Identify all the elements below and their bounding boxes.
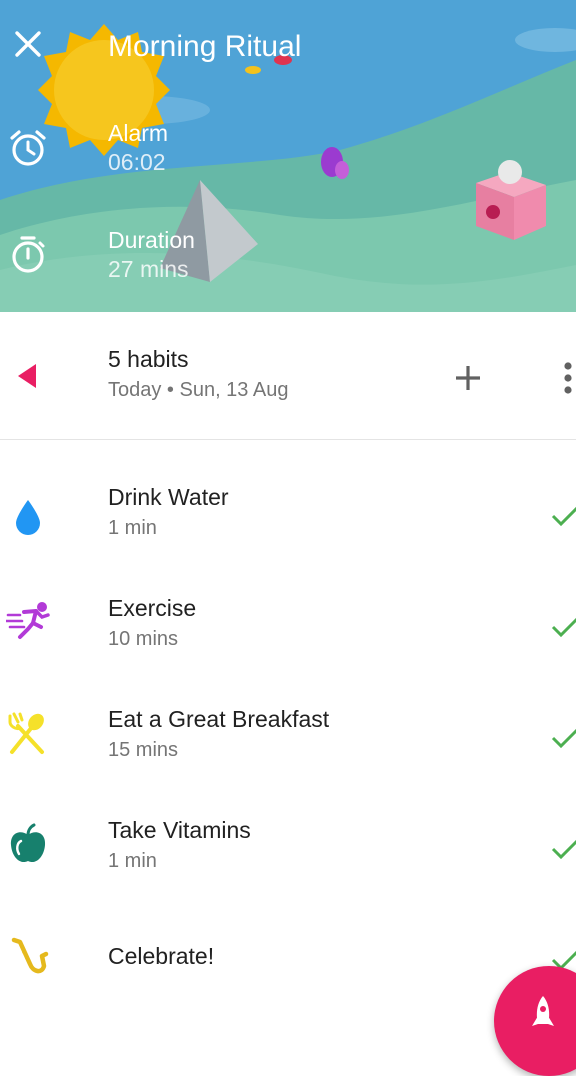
saxophone-icon (11, 937, 49, 974)
habit-name: Drink Water (108, 484, 229, 510)
triangle-left-icon[interactable] (10, 358, 46, 394)
alarm-time[interactable]: 06:02 (108, 149, 166, 176)
plus-icon[interactable] (446, 356, 490, 400)
habit-date: Today • Sun, 13 Aug (108, 379, 289, 401)
habit-item-exercise[interactable]: Exercise 10 mins (0, 571, 576, 682)
habit-name: Take Vitamins (108, 817, 251, 843)
habit-item-vitamins[interactable]: Take Vitamins 1 min (0, 793, 576, 904)
stopwatch-icon (12, 236, 45, 273)
checkmark-icon[interactable] (550, 724, 576, 752)
checkmark-icon[interactable] (550, 835, 576, 863)
ritual-header: Morning Ritual Alarm 06:02 Duration 27 m… (0, 0, 576, 312)
habit-duration: 1 min (108, 850, 157, 872)
apple-icon (10, 823, 46, 863)
checkmark-icon[interactable] (550, 502, 576, 530)
ritual-title[interactable]: Morning Ritual (108, 30, 301, 64)
duration-value: 27 mins (108, 256, 189, 282)
more-vertical-icon[interactable] (556, 356, 576, 400)
habit-item-drink-water[interactable]: Drink Water 1 min (0, 460, 576, 571)
habit-summary: 5 habits Today • Sun, 13 Aug (0, 312, 576, 440)
rocket-icon (532, 996, 554, 1026)
checkmark-icon[interactable] (550, 613, 576, 641)
duration-label: Duration (108, 227, 195, 253)
fork-spoon-icon (8, 712, 44, 754)
running-person-icon (6, 602, 50, 639)
habit-count: 5 habits (108, 346, 189, 372)
habit-name: Celebrate! (108, 943, 215, 969)
close-button[interactable] (8, 24, 48, 64)
habit-name: Eat a Great Breakfast (108, 706, 330, 732)
alarm-label: Alarm (108, 120, 169, 146)
water-drop-icon (16, 500, 40, 535)
close-icon (15, 31, 41, 57)
alarm-clock-icon (10, 130, 46, 166)
habit-item-celebrate[interactable]: Celebrate! (0, 904, 576, 1015)
habit-duration: 15 mins (108, 739, 179, 761)
habit-duration: 1 min (108, 517, 157, 539)
habit-item-breakfast[interactable]: Eat a Great Breakfast 15 mins (0, 682, 576, 793)
habit-name: Exercise (108, 595, 197, 621)
habit-duration: 10 mins (108, 628, 179, 650)
